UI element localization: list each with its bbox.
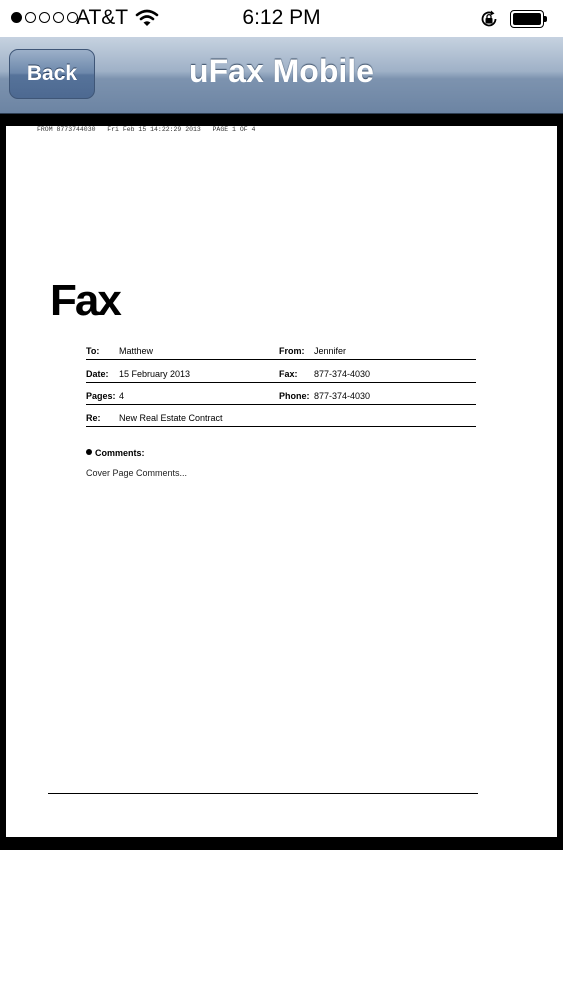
comments-label: Comments: [95, 448, 145, 458]
from-value: Jennifer [314, 346, 347, 356]
fax-row-re: Re: New Real Estate Contract [86, 405, 476, 427]
pages-label: Pages: [86, 391, 116, 401]
status-bar: AT&T 6:12 PM [0, 0, 563, 37]
re-label: Re: [86, 413, 101, 423]
footer-divider [48, 793, 478, 794]
comments-text: Cover Page Comments... [86, 468, 188, 478]
pages-value: 4 [119, 391, 125, 401]
document-viewer[interactable]: FROM 8773744030 Fri Feb 15 14:22:29 2013… [0, 114, 563, 850]
to-value: Matthew [119, 346, 154, 356]
fax-transmission-header: FROM 8773744030 Fri Feb 15 14:22:29 2013… [37, 126, 256, 133]
page-title: uFax Mobile [189, 53, 374, 89]
fax-row-to-from: To: Matthew From: Jennifer [86, 338, 476, 360]
phone-value: 877-374-4030 [314, 391, 371, 401]
date-label: Date: [86, 369, 109, 379]
from-label: From: [279, 346, 305, 356]
to-label: To: [86, 346, 100, 356]
re-value: New Real Estate Contract [119, 413, 223, 423]
fax-logo: Fax [50, 276, 122, 325]
phone-label: Phone: [279, 391, 310, 401]
navigation-bar: Back uFax Mobile [0, 37, 563, 114]
fax-number-label: Fax: [279, 369, 298, 379]
rotation-lock-icon [479, 9, 499, 34]
fax-page: FROM 8773744030 Fri Feb 15 14:22:29 2013… [6, 126, 557, 837]
battery-icon [510, 10, 548, 28]
fax-row-pages-phone: Pages: 4 Phone: 877-374-4030 [86, 383, 476, 405]
bullet-icon [86, 449, 92, 455]
fax-number-value: 877-374-4030 [314, 369, 371, 379]
fax-row-date-fax: Date: 15 February 2013 Fax: 877-374-4030 [86, 361, 476, 383]
date-value: 15 February 2013 [119, 369, 191, 379]
comments-heading: Comments: [86, 448, 145, 458]
